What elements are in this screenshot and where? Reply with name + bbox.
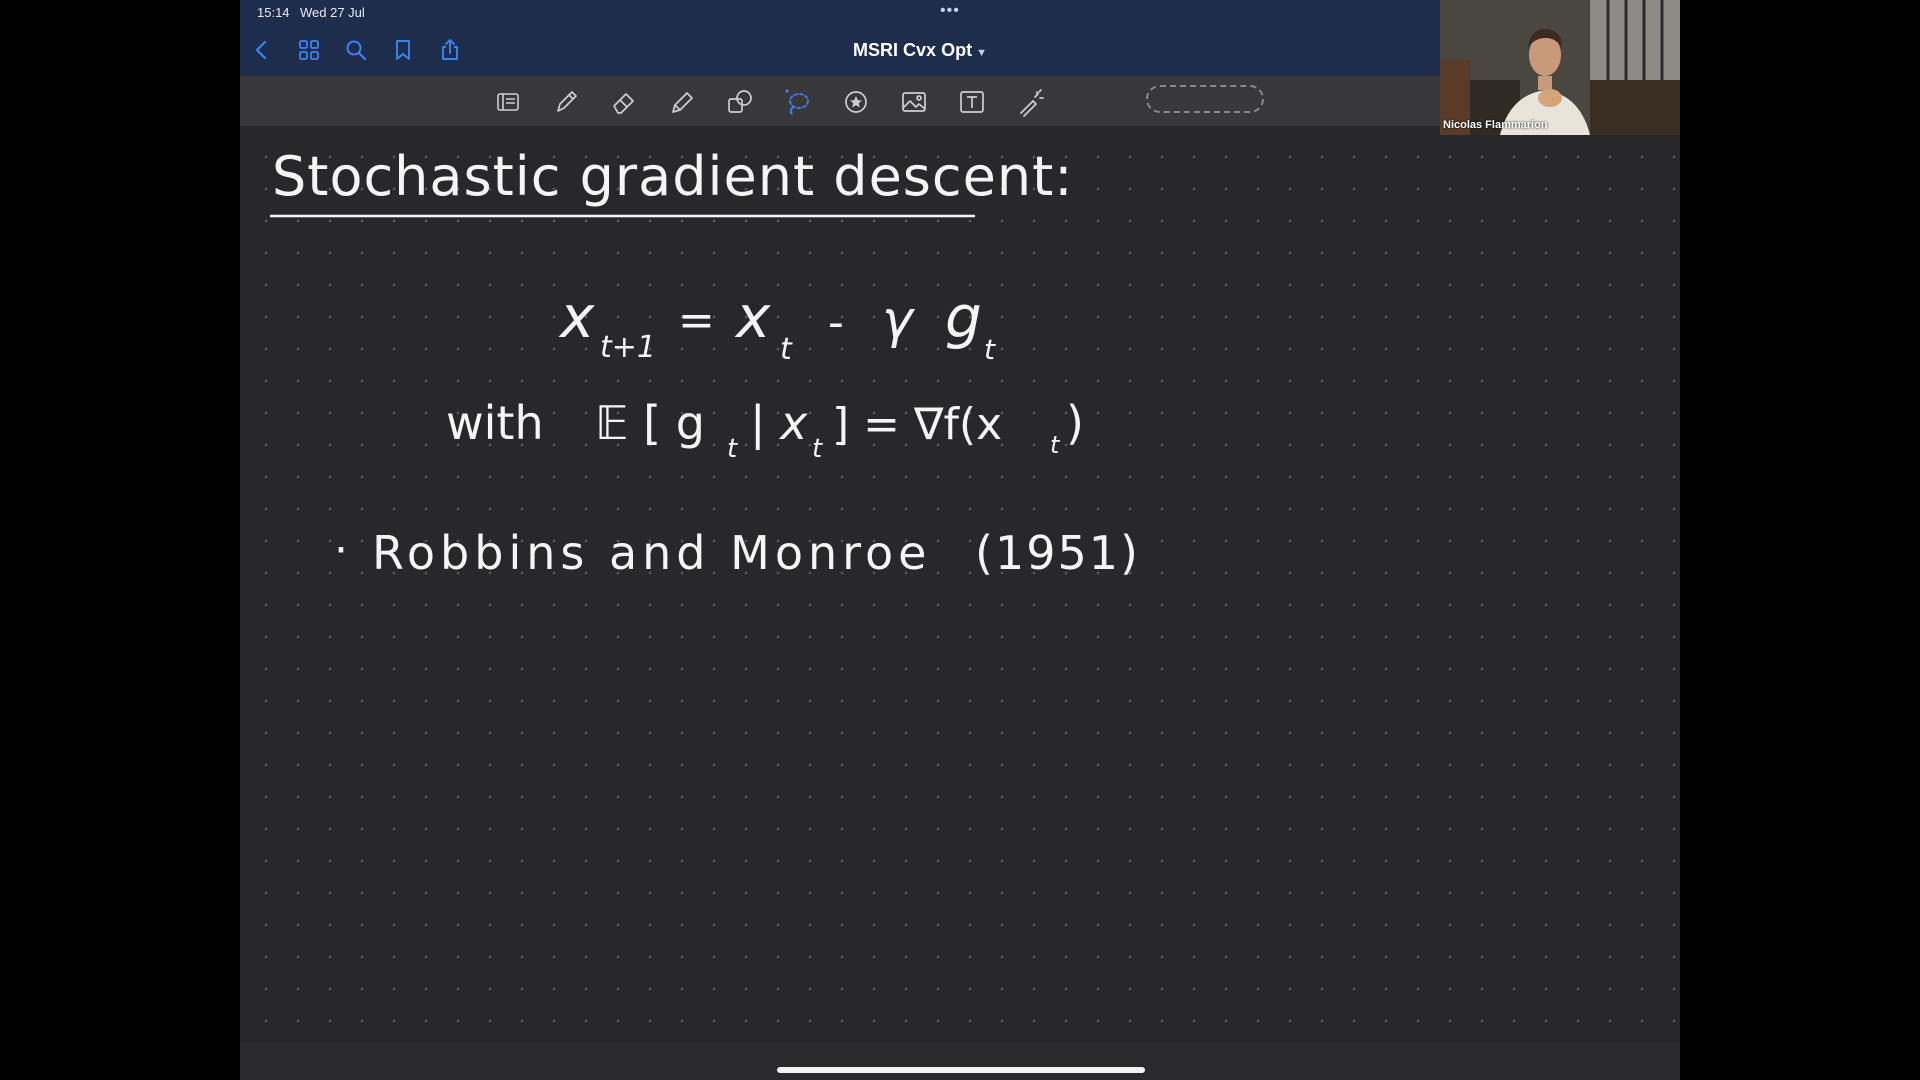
status-date: Wed 27 Jul [300, 5, 365, 20]
document-title-menu[interactable]: MSRI Cvx Opt ▼ [800, 40, 1040, 61]
equation-x: x [734, 283, 771, 351]
pen-icon[interactable] [551, 87, 581, 117]
condition-close-paren: ) [1066, 396, 1084, 450]
ipad-screen: 15:14 Wed 27 Jul ••• MSRI Cvx Opt ▼ Stoc… [240, 0, 1680, 1080]
condition-gradient: ] = ∇f(x [832, 399, 1002, 450]
condition-rhs-subscript: t [1050, 431, 1061, 459]
text-box-icon[interactable] [957, 87, 987, 117]
laser-pointer-icon[interactable] [1015, 87, 1045, 117]
equation-lhs-subscript: t+1 [600, 330, 656, 365]
bullet: · [334, 525, 348, 576]
handwritten-notes: Stochastic gradient descent: x t+1 = x t… [270, 145, 1140, 580]
tool-options-pill[interactable] [1146, 85, 1264, 113]
equation-g: g [945, 283, 982, 351]
status-time: 15:14 [257, 5, 290, 20]
back-chevron-icon[interactable] [250, 38, 274, 62]
home-indicator[interactable] [777, 1067, 1145, 1073]
equation-x-subscript: t [780, 332, 793, 367]
reference-year: (1951) [975, 526, 1140, 580]
shapes-icon[interactable] [725, 87, 755, 117]
equation-lhs: x [558, 283, 595, 351]
search-icon[interactable] [344, 38, 368, 62]
elements-icon[interactable] [841, 87, 871, 117]
condition-given-x: | x [750, 396, 808, 451]
read-mode-icon[interactable] [493, 87, 523, 117]
notes-heading: Stochastic gradient descent: [272, 145, 1073, 208]
multitasking-dots-icon[interactable]: ••• [940, 2, 960, 20]
condition-with: with [446, 396, 544, 450]
highlighter-icon[interactable] [667, 87, 697, 117]
bookmark-icon[interactable] [391, 38, 415, 62]
lasso-icon[interactable] [783, 87, 813, 117]
reference-authors: Robbins and Monroe [372, 526, 931, 580]
chevron-down-icon: ▼ [976, 47, 987, 59]
navigation-bar: MSRI Cvx Opt ▼ [240, 24, 1440, 76]
condition-expectation: 𝔼 [ g [595, 396, 705, 450]
image-icon[interactable] [899, 87, 929, 117]
condition-x-subscript: t [812, 434, 823, 464]
participant-name: Nicolas Flammarion [1443, 119, 1548, 131]
participant-video-tile[interactable]: Nicolas Flammarion [1440, 0, 1680, 135]
equation-gamma: γ [882, 290, 916, 350]
equation-equals: = [678, 295, 715, 346]
notebook-page[interactable]: Stochastic gradient descent: x t+1 = x t… [240, 127, 1680, 1042]
thumbnails-grid-icon[interactable] [297, 38, 321, 62]
share-icon[interactable] [438, 38, 462, 62]
equation-g-subscript: t [984, 333, 996, 366]
condition-g-subscript: t [727, 434, 738, 464]
equation-minus: - [828, 297, 844, 348]
participant-video [1440, 0, 1680, 135]
document-title: MSRI Cvx Opt [853, 40, 973, 60]
eraser-icon[interactable] [609, 87, 639, 117]
status-bar: 15:14 Wed 27 Jul ••• [240, 0, 1440, 24]
